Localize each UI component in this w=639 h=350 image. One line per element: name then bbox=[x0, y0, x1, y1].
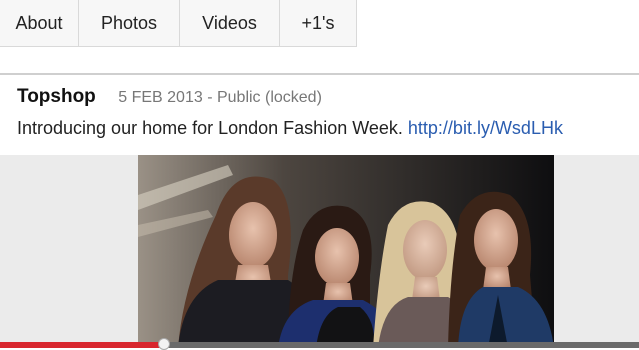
video-scrubber-handle[interactable] bbox=[158, 338, 170, 350]
post-header: Topshop 5 FEB 2013 - Public (locked) bbox=[17, 86, 322, 108]
photo-area bbox=[0, 155, 639, 348]
profile-tabs: About Photos Videos +1's bbox=[0, 0, 357, 47]
post-link[interactable]: http://bit.ly/WsdLHk bbox=[408, 118, 563, 138]
post-meta: 5 FEB 2013 - Public (locked) bbox=[118, 89, 322, 106]
post-body: Introducing our home for London Fashion … bbox=[17, 118, 408, 138]
post-photo[interactable] bbox=[138, 155, 554, 348]
post-author[interactable]: Topshop bbox=[17, 86, 96, 107]
tab-photos[interactable]: Photos bbox=[79, 0, 180, 47]
four-models-photo bbox=[138, 155, 554, 348]
tab-about[interactable]: About bbox=[0, 0, 79, 47]
tab-plus-ones[interactable]: +1's bbox=[280, 0, 357, 47]
tab-videos[interactable]: Videos bbox=[180, 0, 280, 47]
section-divider bbox=[0, 73, 639, 75]
post-text: Introducing our home for London Fashion … bbox=[17, 118, 563, 139]
video-progress-played bbox=[0, 342, 162, 348]
